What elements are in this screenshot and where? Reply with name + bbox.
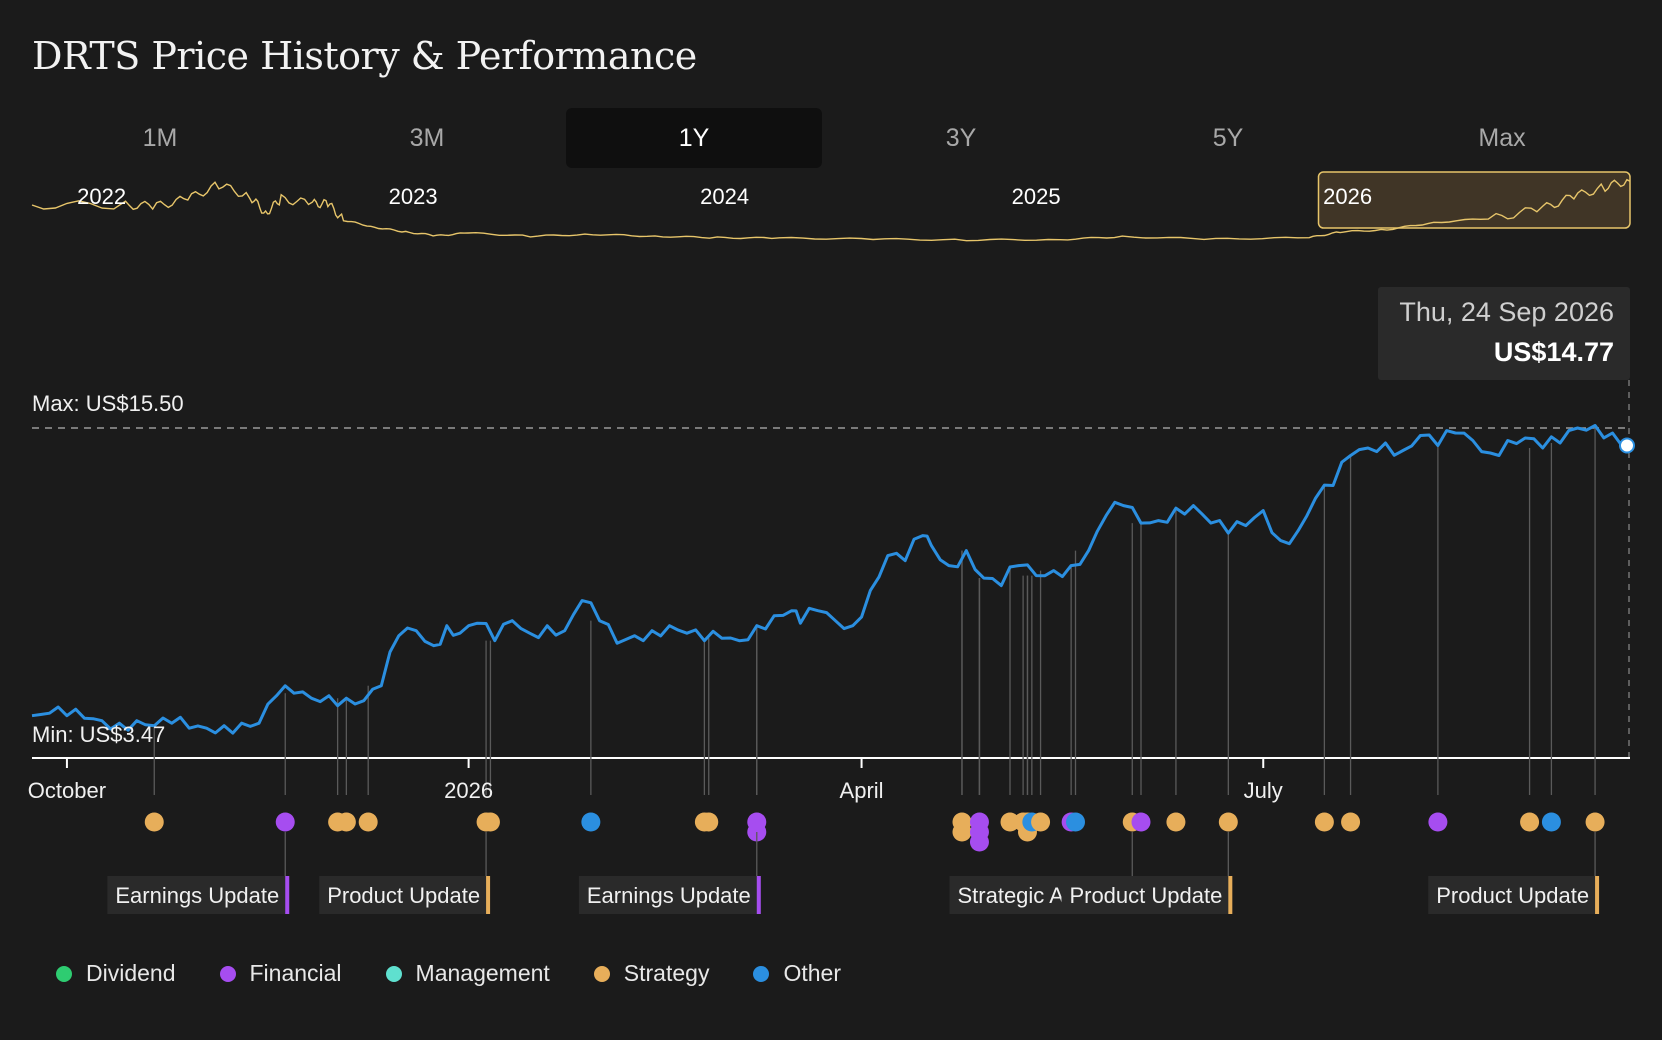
event-marker-strategy[interactable] (144, 812, 164, 832)
event-label-product-update[interactable]: Product Update (1061, 832, 1233, 914)
event-marker-strategy[interactable] (480, 812, 500, 832)
current-price-marker[interactable] (1619, 437, 1635, 454)
event-marker-strategy[interactable] (1314, 812, 1334, 832)
event-marker-other[interactable] (1066, 812, 1086, 832)
overview-year-label: 2023 (389, 184, 438, 209)
overview-year-label: 2024 (700, 184, 749, 209)
legend-dot-icon (593, 965, 610, 982)
event-marker-strategy[interactable] (1218, 812, 1238, 832)
event-marker-other[interactable] (581, 812, 601, 832)
event-label-text: Earnings Update (115, 883, 279, 908)
legend-dot-icon (385, 965, 402, 982)
legend-item-other[interactable]: Other (753, 960, 841, 987)
legend-item-financial[interactable]: Financial (219, 960, 342, 987)
event-label-product-update[interactable]: Product Update (1428, 832, 1600, 914)
event-marker-financial[interactable] (1131, 812, 1151, 832)
page-title: DRTS Price History & Performance (32, 34, 697, 78)
overview-year-label: 2026 (1323, 184, 1372, 209)
legend-label: Dividend (86, 960, 176, 986)
legend-label: Other (783, 960, 841, 986)
tab-label: 5Y (1212, 123, 1244, 152)
event-marker-strategy[interactable] (952, 822, 972, 842)
overview-year-label: 2022 (77, 184, 126, 209)
event-label-text: Product Update (327, 883, 480, 908)
event-marker-financial[interactable] (1428, 812, 1448, 832)
legend-item-management[interactable]: Management (385, 960, 550, 987)
legend-label: Financial (249, 960, 342, 986)
x-tick-label: July (1244, 778, 1283, 803)
price-series-line (31, 424, 1631, 735)
legend-dot-icon (753, 965, 770, 982)
legend-dot-icon (56, 965, 72, 982)
min-price-label: Min: US$3.47 (32, 722, 166, 747)
event-label-text: Product Update (1436, 883, 1589, 908)
event-label-accent (285, 876, 290, 914)
max-price-label: Max: US$15.50 (32, 391, 184, 416)
range-tabs: 1M 3M 1Y 3Y 5Y Max (32, 108, 1630, 168)
legend-label: Management (415, 960, 550, 986)
event-label-product-update[interactable]: Product Update (319, 832, 491, 914)
x-tick-label: October (28, 778, 106, 803)
tooltip-price: US$14.77 (1493, 337, 1614, 367)
tab-1m[interactable]: 1M (32, 108, 288, 168)
event-label-accent (1595, 876, 1600, 914)
price-chart[interactable]: October 2026 April July Earnings Update Produ… (0, 380, 1662, 1040)
tab-3m[interactable]: 3M (299, 108, 555, 168)
event-label-earnings-update[interactable]: Earnings Update (107, 832, 290, 914)
legend-item-strategy[interactable]: Strategy (593, 960, 710, 987)
event-marker-strategy[interactable] (699, 812, 719, 832)
legend-item-dividend[interactable]: Dividend (56, 960, 176, 987)
x-tick-label: April (840, 778, 884, 803)
event-marker-strategy[interactable] (1341, 812, 1361, 832)
event-label-accent (1228, 876, 1233, 914)
tab-label: 3M (409, 123, 445, 152)
event-marker-strategy[interactable] (1585, 812, 1605, 832)
event-marker-strategy[interactable] (1520, 812, 1540, 832)
legend-dot-icon (219, 965, 236, 982)
event-label-text: Earnings Update (587, 883, 751, 908)
legend-label: Strategy (623, 960, 710, 986)
overview-year-label: 2025 (1012, 184, 1061, 209)
event-marker-strategy[interactable] (1166, 812, 1186, 832)
tab-1y[interactable]: 1Y (566, 108, 822, 168)
event-label-text: Product Update (1069, 883, 1222, 908)
tab-max[interactable]: Max (1374, 108, 1630, 168)
overview-chart[interactable]: 2022 2023 2024 2025 2026 (0, 170, 1662, 250)
event-label-accent (486, 876, 491, 914)
tab-label: 3Y (945, 123, 977, 152)
tab-label: 1Y (678, 123, 710, 152)
x-tick-label: 2026 (444, 778, 493, 803)
tab-3y[interactable]: 3Y (833, 108, 1089, 168)
event-marker-strategy[interactable] (336, 812, 356, 832)
event-marker-strategy[interactable] (1031, 812, 1051, 832)
tooltip-date: Thu, 24 Sep 2026 (1399, 297, 1614, 327)
tab-label: 1M (142, 123, 178, 152)
event-label-earnings-update[interactable]: Earnings Update (578, 832, 761, 914)
event-marker-financial[interactable] (275, 812, 295, 832)
tab-5y[interactable]: 5Y (1100, 108, 1356, 168)
event-label-accent (756, 876, 761, 914)
event-marker-other[interactable] (1541, 812, 1561, 832)
price-tooltip: Thu, 24 Sep 2026 US$14.77 (1378, 287, 1630, 380)
tab-label: Max (1478, 123, 1526, 152)
event-marker-strategy[interactable] (358, 812, 378, 832)
event-marker-financial[interactable] (969, 832, 989, 852)
legend: Dividend Financial Management Strategy O… (56, 960, 885, 987)
